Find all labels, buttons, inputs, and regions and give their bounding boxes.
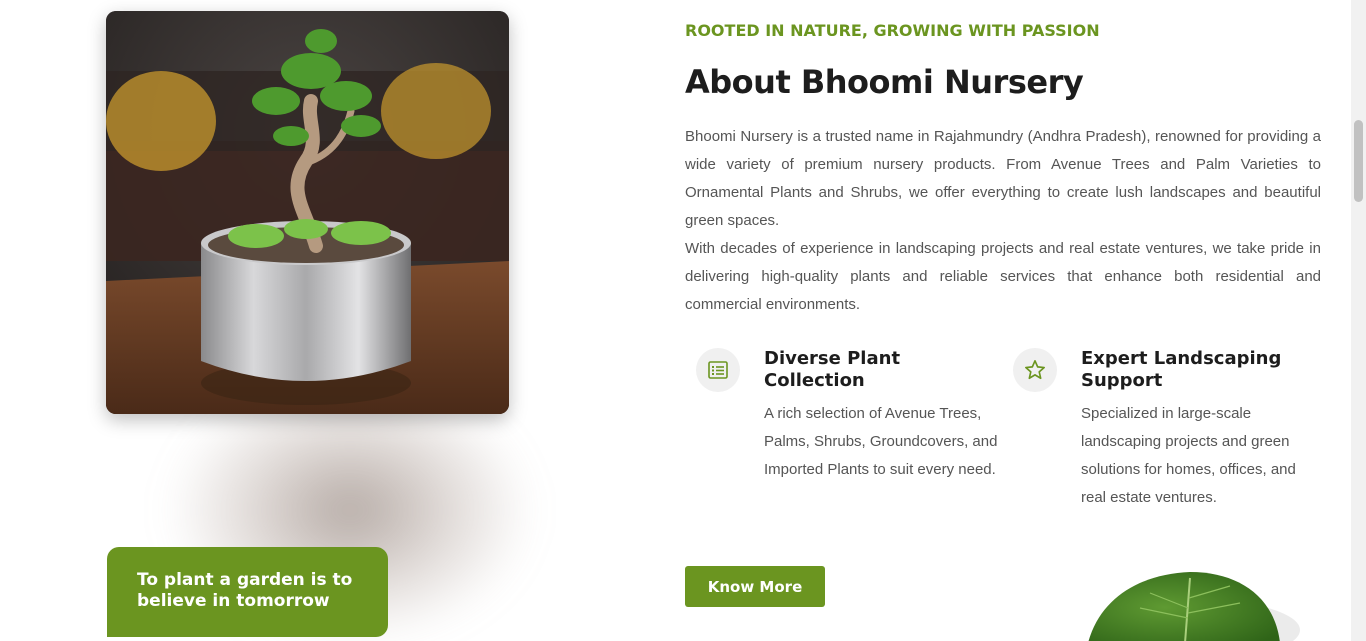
section-heading: About Bhoomi Nursery xyxy=(685,63,1084,101)
feature-body: Diverse Plant Collection A rich selectio… xyxy=(764,348,1004,484)
feature-description: Specialized in large-scale landscaping p… xyxy=(1081,405,1296,506)
about-paragraph-1: Bhoomi Nursery is a trusted name in Raja… xyxy=(685,128,1321,229)
about-section: To plant a garden is to believe in tomor… xyxy=(0,0,1366,641)
about-paragraph-2: With decades of experience in landscapin… xyxy=(685,240,1321,313)
know-more-button[interactable]: Know More xyxy=(685,566,825,607)
feature-description: A rich selection of Avenue Trees, Palms,… xyxy=(764,405,998,478)
section-eyebrow: ROOTED IN NATURE, GROWING WITH PASSION xyxy=(685,21,1100,40)
leaf-decoration xyxy=(1080,568,1300,641)
list-icon xyxy=(696,348,740,392)
feature-body: Expert Landscaping Support Specialized i… xyxy=(1081,348,1303,512)
quote-text: To plant a garden is to believe in tomor… xyxy=(137,570,353,611)
star-icon xyxy=(1013,348,1057,392)
feature-title: Expert Landscaping Support xyxy=(1081,348,1282,391)
quote-card: To plant a garden is to believe in tomor… xyxy=(107,547,388,637)
scrollbar-thumb[interactable] xyxy=(1354,120,1363,202)
bonsai-photo xyxy=(106,11,509,414)
page-scrollbar[interactable] xyxy=(1351,0,1366,641)
feature-title: Diverse Plant Collection xyxy=(764,348,901,391)
